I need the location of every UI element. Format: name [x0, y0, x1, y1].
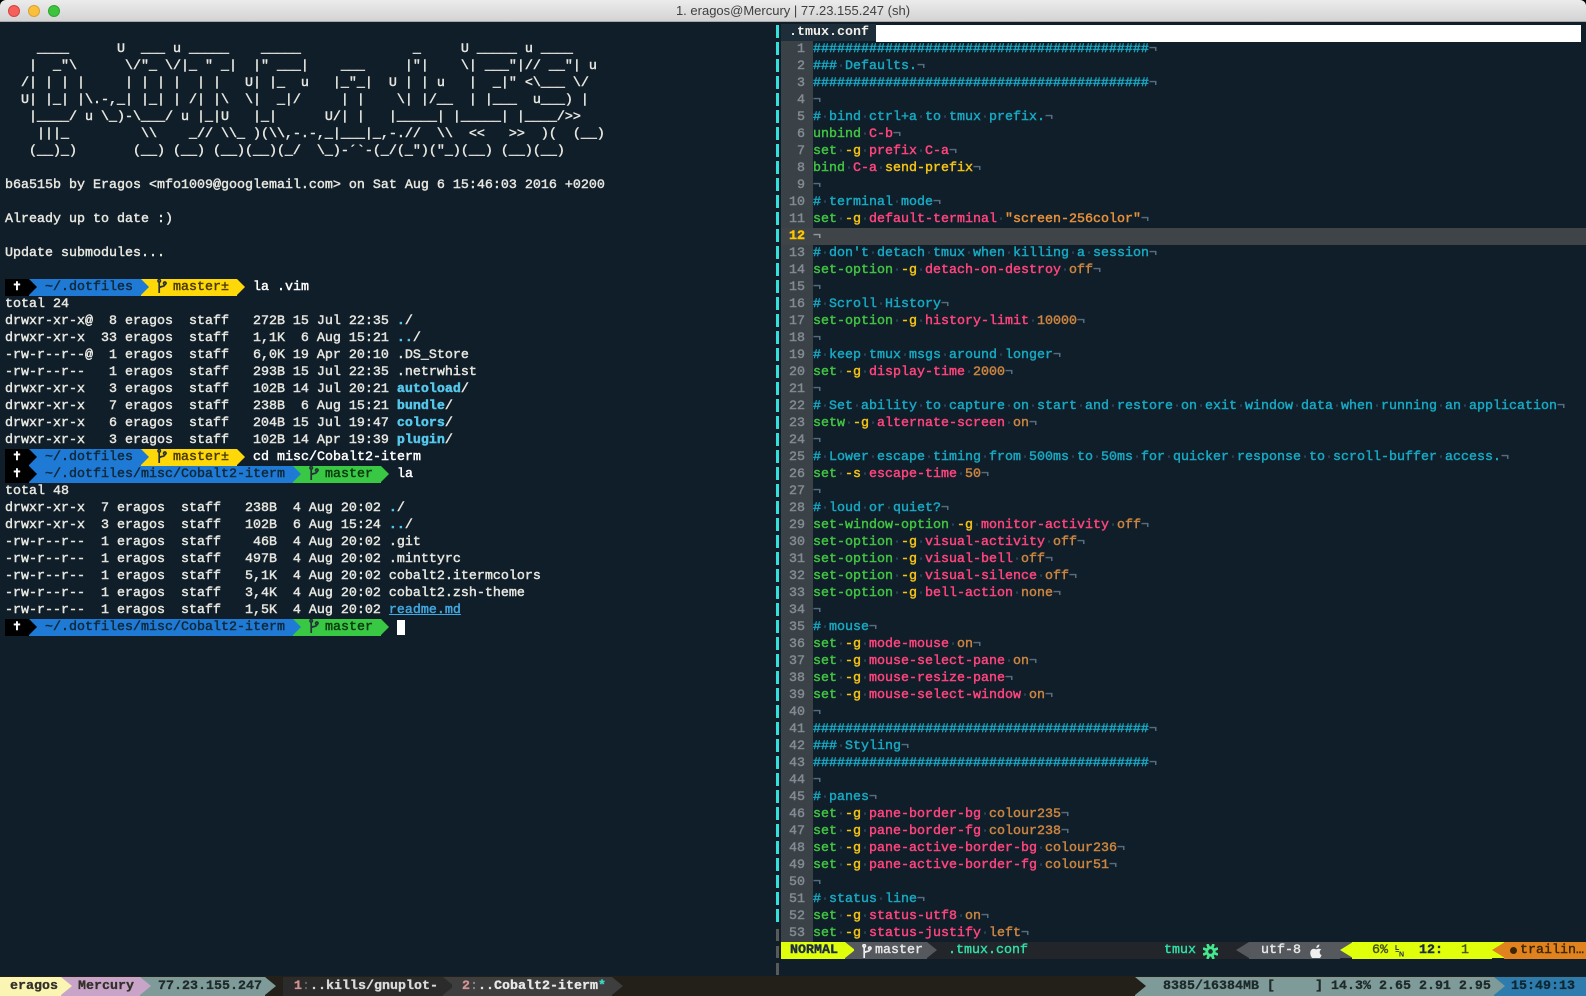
svg-text:N: N	[1399, 952, 1404, 958]
